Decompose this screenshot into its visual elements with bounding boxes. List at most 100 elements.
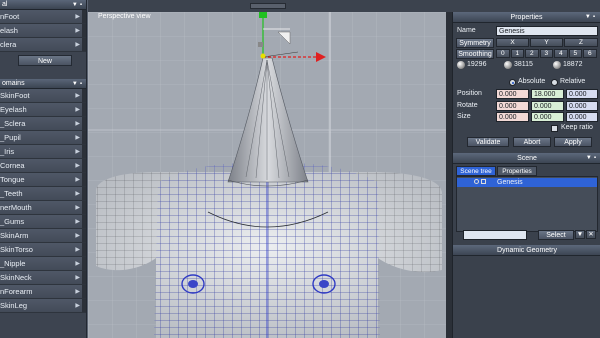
edge-count: 38115	[514, 61, 533, 68]
tab-scene-properties[interactable]: Properties	[497, 166, 537, 176]
dynamic-geometry-header[interactable]: Dynamic Geometry	[453, 245, 600, 256]
list-item[interactable]: SkinArm ▶	[0, 229, 86, 243]
select-dropdown-icon[interactable]: ▼	[575, 230, 585, 239]
symmetry-x-button[interactable]: X	[496, 38, 529, 47]
toolbar-handle[interactable]	[250, 3, 286, 9]
panel-controls-icon[interactable]: ▼▪	[585, 12, 597, 23]
symmetry-z-button[interactable]: Z	[564, 38, 598, 47]
arrow-right-icon: ▶	[75, 135, 80, 141]
smoothing-level-button[interactable]: 0	[496, 49, 510, 58]
list-item[interactable]: _Iris ▶	[0, 145, 86, 159]
tree-item-label: Genesis	[497, 179, 523, 186]
apply-button[interactable]: Apply	[554, 137, 592, 147]
list-item[interactable]: Eyelash ▶	[0, 103, 86, 117]
list-item-label: Eyelash	[0, 105, 27, 114]
symmetry-y-button[interactable]: Y	[530, 38, 563, 47]
scene-header[interactable]: Scene ▼▪	[453, 153, 600, 164]
list-item[interactable]: clera ▶	[0, 38, 86, 52]
position-y-field[interactable]: 18.000	[531, 89, 564, 99]
list-item-label: SkinNeck	[0, 273, 32, 282]
size-x-field[interactable]: 0.000	[496, 112, 529, 122]
domains-panel-title: omains	[2, 80, 25, 87]
position-x-field[interactable]: 0.000	[496, 89, 529, 99]
arrow-right-icon: ▶	[75, 303, 80, 309]
position-label: Position	[457, 90, 482, 97]
smoothing-level-button[interactable]: 2	[525, 49, 539, 58]
material-panel-title: al	[2, 1, 8, 8]
material-panel-header[interactable]: al ▼▪	[0, 0, 86, 10]
smoothing-button[interactable]: Smoothing	[456, 49, 494, 59]
list-item[interactable]: Cornea ▶	[0, 159, 86, 173]
viewport[interactable]: Perspective view	[88, 12, 446, 338]
dynamic-geometry-title: Dynamic Geometry	[497, 247, 557, 254]
viewport-canvas[interactable]	[88, 12, 446, 338]
list-item[interactable]: SkinFoot ▶	[0, 89, 86, 103]
keep-ratio-checkbox[interactable]	[551, 125, 558, 132]
panel-controls-icon[interactable]: ▼▪	[586, 153, 598, 164]
rotate-z-field[interactable]: 0.000	[566, 101, 598, 111]
absolute-radio[interactable]	[509, 79, 516, 86]
size-z-field[interactable]: 0.000	[566, 112, 598, 122]
panel-controls-icon[interactable]: ▼▪	[72, 0, 84, 9]
list-item[interactable]: elash ▶	[0, 24, 86, 38]
list-item[interactable]: SkinTorso ▶	[0, 243, 86, 257]
list-item[interactable]: nFoot ▶	[0, 10, 86, 24]
arrow-right-icon: ▶	[75, 205, 80, 211]
vertices-icon	[457, 61, 465, 69]
smoothing-level-button[interactable]: 6	[583, 49, 597, 58]
rotate-label: Rotate	[457, 102, 478, 109]
arrow-right-icon: ▶	[75, 289, 80, 295]
size-y-field[interactable]: 0.000	[531, 112, 564, 122]
list-item[interactable]: _Gums ▶	[0, 215, 86, 229]
name-label: Name	[457, 27, 476, 34]
dynamic-geometry-body	[453, 256, 600, 338]
smoothing-level-button[interactable]: 4	[554, 49, 568, 58]
rotate-x-field[interactable]: 0.000	[496, 101, 529, 111]
new-button[interactable]: New	[18, 55, 72, 66]
tree-item-selected[interactable]: Genesis	[457, 178, 597, 187]
list-item-label: nForearm	[0, 287, 33, 296]
scene-tree[interactable]: Genesis	[456, 176, 598, 232]
smoothing-level-button[interactable]: 1	[510, 49, 524, 58]
select-filter-input[interactable]	[463, 230, 527, 240]
panel-controls-icon[interactable]: ▼▪	[72, 79, 84, 88]
list-item[interactable]: SkinLeg ▶	[0, 299, 86, 313]
rotate-y-field[interactable]: 0.000	[531, 101, 564, 111]
list-item[interactable]: Tongue ▶	[0, 173, 86, 187]
close-icon[interactable]: ✕	[586, 230, 596, 239]
validate-button[interactable]: Validate	[467, 137, 509, 147]
list-item[interactable]: nerMouth ▶	[0, 201, 86, 215]
arrow-right-icon: ▶	[75, 261, 80, 267]
list-item-label: nerMouth	[0, 203, 32, 212]
domains-panel-header[interactable]: omains ▼▪	[0, 79, 86, 89]
list-item[interactable]: _Sclera ▶	[0, 117, 86, 131]
list-item-label: _Nipple	[0, 259, 26, 268]
lock-icon[interactable]	[481, 179, 486, 184]
list-item[interactable]: SkinNeck ▶	[0, 271, 86, 285]
list-item[interactable]: nForearm ▶	[0, 285, 86, 299]
list-item[interactable]: _Pupil ▶	[0, 131, 86, 145]
right-toolbar	[446, 0, 600, 12]
symmetry-button[interactable]: Symmetry	[456, 38, 494, 48]
smoothing-level-button[interactable]: 3	[539, 49, 553, 58]
relative-label: Relative	[560, 78, 586, 85]
abort-button[interactable]: Abort	[513, 137, 551, 147]
list-item[interactable]: _Nipple ▶	[0, 257, 86, 271]
name-field[interactable]: Genesis	[496, 26, 598, 36]
arrow-right-icon: ▶	[75, 121, 80, 127]
vertex-count: 19296	[467, 61, 487, 68]
arrow-right-icon: ▶	[75, 42, 80, 48]
face-count: 18872	[563, 61, 583, 68]
scene-title: Scene	[517, 155, 537, 162]
relative-radio[interactable]	[551, 79, 558, 86]
edges-icon	[504, 61, 512, 69]
list-item-label: Tongue	[0, 175, 25, 184]
tab-scene-tree[interactable]: Scene tree	[456, 166, 496, 176]
list-item[interactable]: _Teeth ▶	[0, 187, 86, 201]
visibility-icon[interactable]	[474, 179, 479, 184]
arrow-right-icon: ▶	[75, 14, 80, 20]
position-z-field[interactable]: 0.000	[566, 89, 598, 99]
smoothing-level-button[interactable]: 5	[568, 49, 582, 58]
properties-header[interactable]: Properties ▼▪	[453, 12, 600, 23]
select-button[interactable]: Select	[538, 230, 574, 240]
